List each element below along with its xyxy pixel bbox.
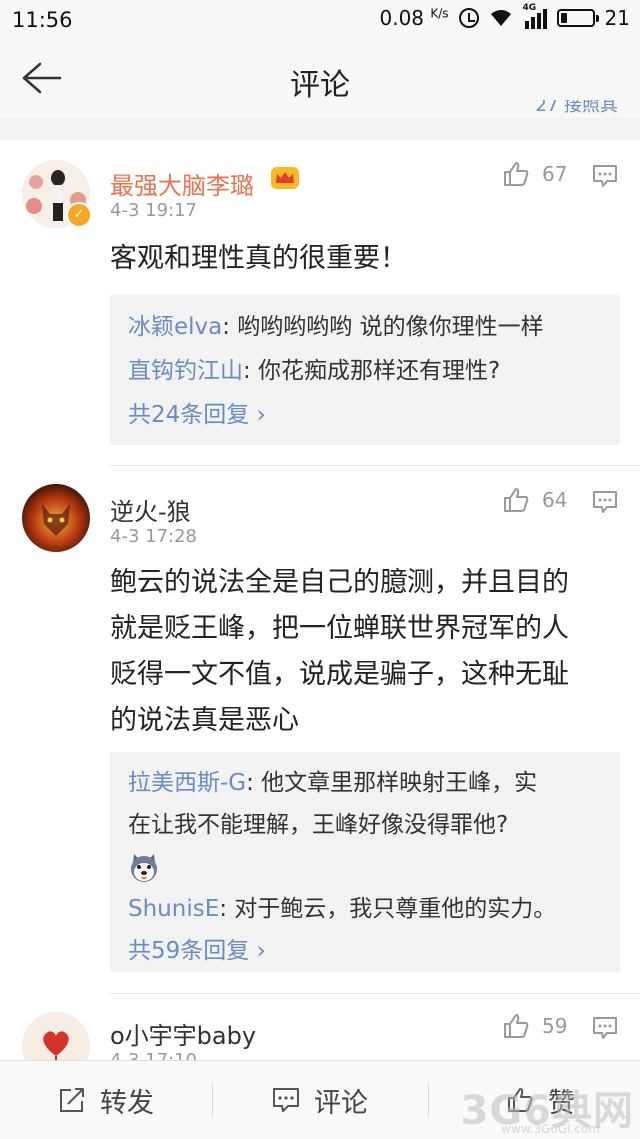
signal-icon: 4G — [523, 3, 547, 29]
status-icons: 0.08 K/s 4G 21 — [379, 3, 630, 30]
comment-item: o小宇宇baby 4-3 17:10 59 — [0, 994, 640, 1060]
husky-emoji-icon — [131, 853, 157, 882]
comment-time: 4-3 17:28 — [110, 526, 197, 547]
reply-comment-icon[interactable] — [592, 164, 618, 188]
like-button[interactable]: 67 — [502, 160, 567, 188]
battery-icon — [556, 9, 599, 27]
battery-level: 21 — [604, 6, 630, 30]
net-speed: 0.08 K/s — [379, 6, 449, 30]
comment-icon — [273, 1088, 299, 1112]
like-count: 67 — [542, 162, 568, 186]
reply-comment-icon[interactable] — [592, 1016, 618, 1040]
wifi-icon — [490, 10, 511, 26]
reply-text: : 他文章里那样映射王峰，实 — [246, 770, 538, 796]
reply-username[interactable]: 拉美西斯-G — [128, 770, 246, 796]
reply-emoji-line — [128, 846, 602, 888]
section-gap — [0, 118, 640, 140]
forward-icon — [60, 1088, 84, 1112]
reply-username[interactable]: 冰颖elva — [128, 314, 222, 340]
like-button[interactable]: 59 — [502, 1012, 567, 1040]
comment-button[interactable]: 评论 — [272, 1061, 368, 1139]
like-button[interactable]: 64 — [502, 486, 567, 514]
reply-text: : 对于鲍云，我只尊重他的实力。 — [219, 896, 557, 922]
thumbs-up-icon — [504, 488, 529, 512]
comment-username[interactable]: o小宇宇baby — [110, 1016, 256, 1051]
page-title: 评论 — [290, 68, 350, 103]
forward-button[interactable]: 转发 — [58, 1061, 154, 1139]
reply-box: 冰颖elva: 哟哟哟哟哟 说的像你理性一样 直钩钓江山: 你花痴成那样还有理性… — [110, 295, 620, 445]
status-bar: 11:56 0.08 K/s 4G 21 — [0, 0, 640, 40]
comment-time: 4-3 19:17 — [110, 200, 197, 221]
reply-text: : 哟哟哟哟哟 说的像你理性一样 — [222, 314, 544, 340]
status-time: 11:56 — [12, 8, 73, 32]
reply-comment-icon[interactable] — [592, 490, 618, 514]
alarm-icon — [458, 8, 479, 28]
reply-username[interactable]: 直钩钓江山 — [128, 358, 243, 384]
watermark-url: www.3G6Gl.com — [501, 1122, 600, 1136]
toolbar-divider — [428, 1083, 429, 1117]
avatar[interactable] — [22, 484, 90, 552]
vip-crown-icon — [271, 167, 299, 189]
comment-text: 鲍云的说法全是自己的臆测，并且目的 就是贬王峰，把一位蝉联世界冠军的人 贬得一文… — [110, 567, 569, 736]
thumbs-up-icon — [504, 162, 529, 186]
comment-time: 4-3 17:10 — [110, 1050, 197, 1060]
like-count: 59 — [542, 1014, 568, 1038]
comment-username[interactable]: 最强大脑李璐 — [110, 166, 254, 201]
comment-item: ✓ 最强大脑李璐 4-3 19:17 67 客观和理性真的很重要！ 冰颖elva… — [0, 140, 640, 465]
reply-username[interactable]: ShunisE — [128, 896, 219, 922]
thumbs-up-icon — [504, 1014, 529, 1038]
reply-line: ShunisE: 对于鲍云，我只尊重他的实力。 — [128, 888, 602, 930]
reply-line: 直钩钓江山: 你花痴成那样还有理性? — [128, 349, 602, 393]
reply-line: 冰颖elva: 哟哟哟哟哟 说的像你理性一样 — [128, 305, 602, 349]
comment-text: 客观和理性真的很重要！ — [110, 243, 407, 274]
comment-username[interactable]: 逆火-狼 — [110, 492, 191, 527]
reply-line-cont: 在让我不能理解，王峰好像没得罪他? — [128, 812, 509, 838]
more-replies-link[interactable]: 共59条回复 › — [128, 930, 602, 972]
partial-header-text: 27 接照其 — [535, 100, 618, 116]
reply-text: : 你花痴成那样还有理性? — [243, 358, 501, 384]
avatar[interactable] — [22, 1012, 90, 1060]
verified-badge-icon: ✓ — [66, 202, 92, 228]
reply-box: 拉美西斯-G: 他文章里那样映射王峰，实 在让我不能理解，王峰好像没得罪他? S… — [110, 752, 620, 972]
reply-line: 拉美西斯-G: 他文章里那样映射王峰，实 — [128, 762, 602, 804]
comment-item: 逆火-狼 4-3 17:28 64 鲍云的说法全是自己的臆测，并且目的 就是贬王… — [0, 466, 640, 991]
forward-label: 转发 — [100, 1087, 154, 1119]
like-count: 64 — [542, 488, 568, 512]
toolbar-divider — [212, 1083, 213, 1117]
comment-label: 评论 — [314, 1087, 368, 1119]
more-replies-link[interactable]: 共24条回复 › — [128, 393, 602, 437]
